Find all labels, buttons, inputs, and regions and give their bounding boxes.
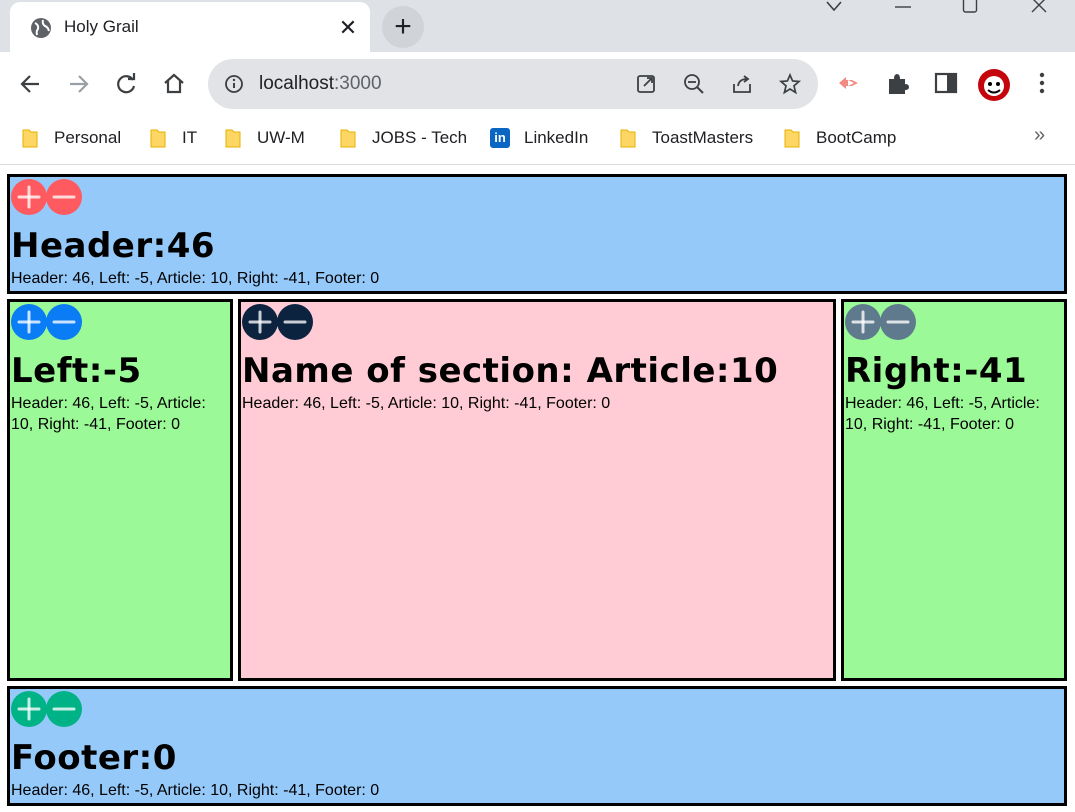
header-title: Header:46 — [11, 226, 216, 266]
right-title: Right:-41 — [845, 351, 1028, 391]
bookmark-linkedin[interactable]: in LinkedIn — [490, 126, 588, 150]
footer-section: Footer:0 Header: 46, Left: -5, Article: … — [7, 686, 1067, 806]
bookmark-label: LinkedIn — [524, 128, 589, 147]
bookmark-label: Personal — [54, 128, 122, 147]
bookmark-label: ToastMasters — [652, 128, 754, 147]
profile-avatar[interactable] — [977, 68, 1011, 102]
bookmark-label: IT — [182, 128, 198, 147]
globe-icon — [30, 17, 52, 39]
right-increment-button[interactable] — [845, 304, 881, 340]
right-decrement-button[interactable] — [880, 304, 916, 340]
bookmarks-bar: Personal IT UW-M JOBS - Tech in LinkedIn… — [0, 116, 1075, 165]
bookmark-toastmasters[interactable]: ToastMasters — [620, 126, 753, 150]
tab-search-icon[interactable] — [824, 0, 844, 15]
left-decrement-button[interactable] — [46, 304, 82, 340]
folder-icon — [225, 128, 241, 148]
address-bar[interactable]: localhost:3000 — [208, 59, 818, 109]
left-section: Left:-5 Header: 46, Left: -5, Article: 1… — [7, 299, 233, 681]
folder-icon — [784, 128, 800, 148]
header-section: Header:46 Header: 46, Left: -5, Article:… — [7, 174, 1067, 294]
footer-controls — [11, 691, 82, 727]
more-bookmarks-icon[interactable]: » — [1034, 124, 1045, 147]
minus-icon — [52, 195, 76, 199]
extension-arrow-icon[interactable] — [836, 70, 862, 96]
article-section: Name of section: Article:10 Header: 46, … — [238, 299, 836, 681]
article-increment-button[interactable] — [242, 304, 278, 340]
side-panel-icon[interactable] — [933, 70, 959, 96]
reload-icon[interactable] — [112, 70, 140, 98]
bookmark-uw-m[interactable]: UW-M — [225, 126, 305, 150]
bookmark-it[interactable]: IT — [150, 126, 197, 150]
plus-icon — [248, 310, 272, 334]
minus-icon — [52, 707, 76, 711]
article-decrement-button[interactable] — [277, 304, 313, 340]
header-controls — [11, 179, 82, 215]
close-tab-icon[interactable]: ✕ — [336, 14, 360, 42]
minus-icon — [283, 320, 307, 324]
minus-icon — [886, 320, 910, 324]
left-summary: Header: 46, Left: -5, Article: 10, Right… — [11, 395, 206, 433]
right-section: Right:-41 Header: 46, Left: -5, Article:… — [841, 299, 1067, 681]
share-icon[interactable] — [730, 72, 754, 96]
folder-icon — [340, 128, 356, 148]
url-text: localhost:3000 — [259, 73, 382, 94]
tab-title: Holy Grail — [64, 17, 139, 36]
bookmark-label: UW-M — [257, 128, 305, 147]
left-increment-button[interactable] — [11, 304, 47, 340]
new-tab-button[interactable]: + — [382, 6, 424, 48]
forward-icon[interactable] — [64, 70, 92, 98]
header-decrement-button[interactable] — [46, 179, 82, 215]
folder-icon — [22, 128, 38, 148]
plus-icon — [17, 310, 41, 334]
article-summary: Header: 46, Left: -5, Article: 10, Right… — [242, 395, 611, 412]
footer-increment-button[interactable] — [11, 691, 47, 727]
home-icon[interactable] — [160, 70, 188, 98]
back-icon[interactable] — [17, 70, 45, 98]
minus-icon — [52, 320, 76, 324]
maximize-icon[interactable] — [962, 0, 978, 15]
site-info-icon[interactable] — [224, 74, 244, 94]
menu-kebab-icon[interactable] — [1028, 70, 1056, 96]
close-window-icon[interactable] — [1030, 0, 1048, 15]
linkedin-icon: in — [490, 128, 510, 148]
tab-strip: Holy Grail ✕ + — [0, 0, 1075, 52]
folder-icon — [620, 128, 636, 148]
right-summary: Header: 46, Left: -5, Article: 10, Right… — [845, 395, 1040, 433]
bookmark-bootcamp[interactable]: BootCamp — [784, 126, 896, 150]
bookmark-label: JOBS - Tech — [372, 128, 468, 147]
footer-summary: Header: 46, Left: -5, Article: 10, Right… — [11, 782, 380, 799]
left-controls — [11, 304, 82, 340]
plus-icon — [17, 697, 41, 721]
article-title: Name of section: Article:10 — [242, 351, 779, 391]
article-controls — [242, 304, 313, 340]
right-controls — [845, 304, 916, 340]
left-title: Left:-5 — [11, 351, 142, 391]
bookmark-label: BootCamp — [816, 128, 897, 147]
extensions-puzzle-icon[interactable] — [885, 70, 911, 96]
footer-decrement-button[interactable] — [46, 691, 82, 727]
plus-icon — [851, 310, 875, 334]
bookmark-personal[interactable]: Personal — [22, 126, 121, 150]
folder-icon — [150, 128, 166, 148]
footer-title: Footer:0 — [11, 738, 177, 778]
bookmark-jobs-tech[interactable]: JOBS - Tech — [340, 126, 467, 150]
browser-toolbar: localhost:3000 — [0, 52, 1075, 116]
header-increment-button[interactable] — [11, 179, 47, 215]
plus-icon — [17, 185, 41, 209]
open-in-new-icon[interactable] — [634, 72, 658, 96]
bookmark-star-icon[interactable] — [778, 72, 802, 96]
minimize-icon[interactable] — [894, 0, 912, 14]
header-summary: Header: 46, Left: -5, Article: 10, Right… — [11, 270, 380, 287]
zoom-out-icon[interactable] — [682, 72, 706, 96]
tab-holy-grail[interactable]: Holy Grail ✕ — [10, 2, 370, 52]
